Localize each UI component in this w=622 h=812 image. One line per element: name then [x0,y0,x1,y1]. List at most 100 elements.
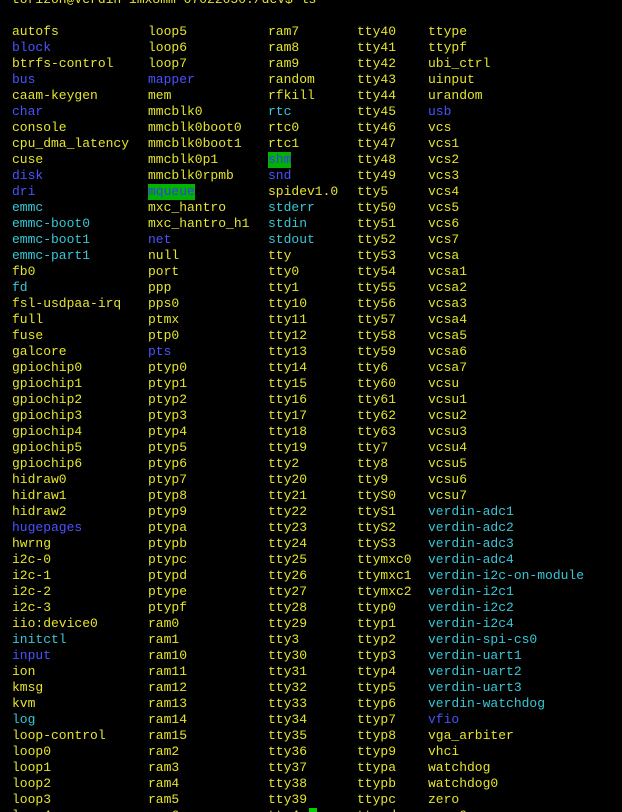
ls-entry: tty16 [268,392,308,407]
ls-entry: tty36 [268,744,308,759]
ls-entry: vcsu4 [428,440,468,455]
ls-entry: ttyp4 [357,664,397,679]
terminal-window[interactable]: torizon@verdin-imx8mm-07022050:/dev$ ls … [0,0,622,812]
ls-entry: hugepages [12,520,83,535]
ls-entry: verdin-i2c1 [428,584,514,599]
ls-entry: tty3 [268,632,300,647]
ls-entry: loop0 [12,744,52,759]
ls-entry: ptp0 [148,328,180,343]
ls-entry: ttyp1 [357,616,397,631]
ls-entry: loop-control [12,728,106,743]
ls-entry: ttyp3 [357,648,397,663]
ls-entry: console [12,120,67,135]
ls-entry: tty1 [268,280,300,295]
ls-entry: ttype [428,24,468,39]
ls-entry: tty14 [268,360,308,375]
ls-entry: ram7 [268,24,300,39]
ls-entry: fb0 [12,264,36,279]
ls-entry: tty5 [357,184,389,199]
ls-entry: tty43 [357,72,397,87]
ls-entry: tty30 [268,648,308,663]
ls-entry: ttymxc2 [357,584,412,599]
ls-entry: tty47 [357,136,397,151]
ls-entry: vcsu3 [428,424,468,439]
ls-entry: ram4 [148,776,180,791]
ls-entry: gpiochip5 [12,440,83,455]
ls-entry: ptypa [148,520,188,535]
ls-entry: port [148,264,180,279]
ls-entry: tty17 [268,408,308,423]
ls-entry: tty35 [268,728,308,743]
ls-entry: disk [12,168,44,183]
ls-entry: emmc-boot1 [12,232,91,247]
text-cursor [309,808,317,812]
ls-entry: shm [268,152,292,168]
ls-entry: vcsa7 [428,360,468,375]
ls-entry: urandom [428,88,483,103]
ls-entry: ram8 [268,40,300,55]
ls-entry: zero [428,792,460,807]
ls-entry: tty12 [268,328,308,343]
ls-entry: ttyS1 [357,504,397,519]
ls-entry: tty41 [357,40,397,55]
ls-entry: vcs5 [428,200,460,215]
ls-entry: gpiochip4 [12,424,83,439]
ls-entry: ttyS3 [357,536,397,551]
ls-entry: usb [428,104,452,119]
ls-entry: vcs [428,120,452,135]
ls-entry: mmcblk0p1 [148,152,219,167]
ls-entry: tty24 [268,536,308,551]
ls-entry: tty57 [357,312,397,327]
ls-entry: watchdog [428,760,491,775]
ls-entry: ptyp7 [148,472,188,487]
ls-entry: cpu_dma_latency [12,136,130,151]
ls-entry: ram15 [148,728,188,743]
ls-entry: verdin-spi-cs0 [428,632,538,647]
ls-entry: ttypd [357,808,396,812]
ls-entry: vcsu6 [428,472,468,487]
ls-entry: ram14 [148,712,188,727]
ls-entry: emmc-boot0 [12,216,91,231]
ls-entry: rtc0 [268,120,300,135]
ls-entry: ttyp9 [357,744,397,759]
ls-entry: tty28 [268,600,308,615]
ls-entry: bus [12,72,36,87]
ls-entry: snd [268,168,292,183]
ls-entry: ptyp6 [148,456,188,471]
ls-entry: ptyp8 [148,488,188,503]
ls-entry: pps0 [148,296,180,311]
ls-entry: hidraw2 [12,504,67,519]
ls-entry: tty40 [357,24,397,39]
ls-entry: net [148,232,172,247]
ls-entry: vcs7 [428,232,460,247]
ls-entry: tty15 [268,376,308,391]
ls-entry: iio:device0 [12,616,98,631]
ls-entry: tty62 [357,408,397,423]
ls-entry: emmc [12,200,44,215]
ls-entry: ram0 [148,616,180,631]
ls-entry: ttyp6 [357,696,397,711]
ls-entry: ubi_ctrl [428,56,491,71]
ls-entry: hwrng [12,536,52,551]
ls-entry: tty42 [357,56,397,71]
ls-entry: ttypc [357,792,397,807]
ls-entry: pts [148,344,172,359]
ls-entry: verdin-adc1 [428,504,514,519]
ls-entry: tty11 [268,312,308,327]
ls-entry: tty44 [357,88,397,103]
ls-entry: tty10 [268,296,308,311]
ls-entry: gpiochip2 [12,392,83,407]
ls-entry: ptyp5 [148,440,188,455]
ls-entry: i2c-3 [12,600,52,615]
ls-entry: verdin-i2c4 [428,616,514,631]
ls-entry: ptmx [148,312,180,327]
ls-entry: input [12,648,52,663]
ls-entry: tty49 [357,168,397,183]
ls-entry: verdin-i2c2 [428,600,514,615]
ls-entry: ptypb [148,536,188,551]
ls-entry: mmcblk0boot0 [148,120,242,135]
ls-entry: loop5 [148,24,188,39]
ls-entry: ram6 [148,808,179,812]
ls-entry: loop4 [12,808,51,812]
ls-entry: ttyS2 [357,520,397,535]
